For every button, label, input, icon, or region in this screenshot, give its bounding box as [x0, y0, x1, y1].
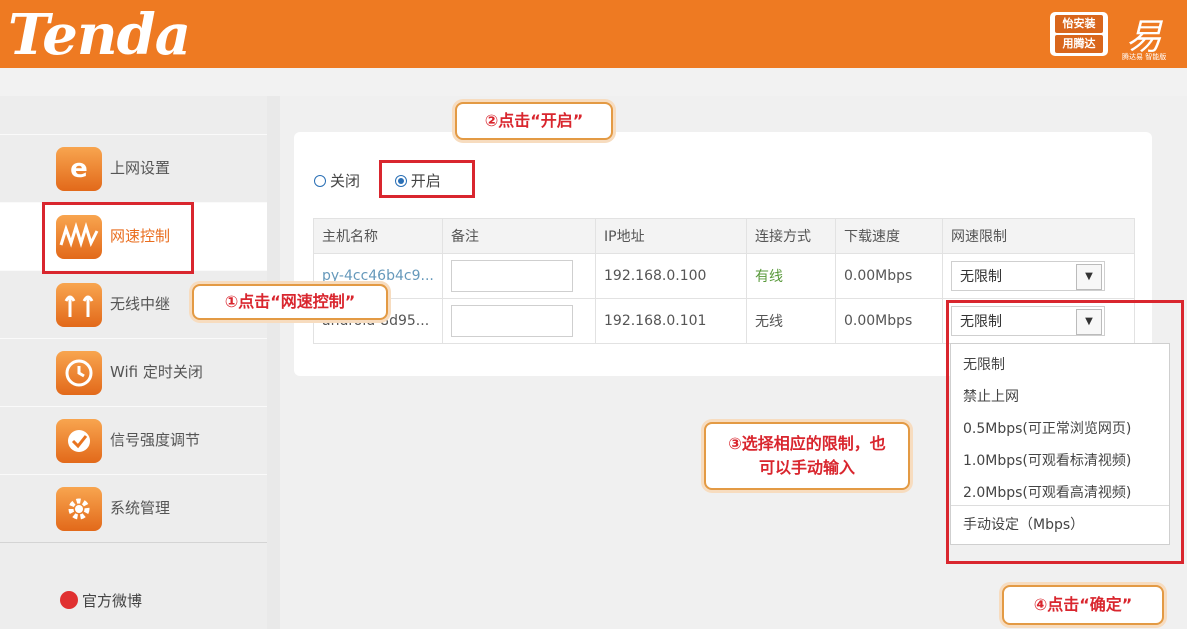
callout-step2: ②点击“开启”	[455, 102, 613, 140]
col-header-ip: IP地址	[595, 218, 747, 254]
dropdown-arrow-icon[interactable]: ▼	[1076, 264, 1102, 290]
easy-logo-caption: 腾达易 智能版	[1122, 53, 1167, 61]
highlight-dropdown	[946, 300, 1184, 564]
signal-toggle-icon	[56, 419, 102, 463]
table-header-row: 主机名称 备注 IP地址 连接方式 下载速度 网速限制	[313, 218, 1135, 254]
gear-icon	[56, 487, 102, 531]
download-speed: 0.00Mbps	[835, 253, 943, 299]
note-input[interactable]	[451, 260, 573, 292]
timer-icon	[56, 351, 102, 395]
speed-limit-value: 无限制	[960, 269, 1002, 285]
badge-line-2: 用腾达	[1055, 35, 1103, 53]
highlight-speed-control	[42, 202, 194, 274]
sidebar-item-system-management[interactable]: 系统管理	[0, 474, 267, 543]
internet-explorer-e-icon: e	[56, 147, 102, 191]
col-header-note: 备注	[442, 218, 596, 254]
ip-address: 192.168.0.101	[595, 298, 747, 344]
ip-address: 192.168.0.100	[595, 253, 747, 299]
callout-step4: ④点击“确定”	[1002, 585, 1164, 625]
tenda-logo: Tenda	[8, 2, 191, 68]
download-speed: 0.00Mbps	[835, 298, 943, 344]
note-cell	[442, 298, 596, 344]
badge-line-1: 怡安装	[1055, 15, 1103, 33]
sidebar-item-internet-settings[interactable]: e 上网设置	[0, 134, 267, 203]
sidebar-item-label: 上网设置	[110, 159, 171, 177]
callout-step3: ③选择相应的限制，也可以手动输入	[704, 422, 910, 490]
radio-off-label: 关闭	[330, 172, 361, 190]
sidebar-item-label: 系统管理	[110, 499, 171, 517]
official-weibo-link[interactable]: 官方微博	[60, 590, 142, 611]
top-header: Tenda 怡安装 用腾达 易 腾达易 智能版	[0, 0, 1187, 68]
table-row: py-4cc46b4c9... 192.168.0.100 有线 0.00Mbp…	[313, 253, 1135, 299]
connection-type: 无线	[746, 298, 836, 344]
sidebar-item-wifi-timer[interactable]: Wifi 定时关闭	[0, 338, 267, 407]
col-header-connection: 连接方式	[746, 218, 836, 254]
callout-step1: ①点击“网速控制”	[192, 284, 388, 320]
sidebar-item-signal-strength[interactable]: 信号强度调节	[0, 406, 267, 475]
note-input[interactable]	[451, 305, 573, 337]
install-badge: 怡安装 用腾达	[1050, 12, 1108, 56]
antenna-icon	[56, 283, 102, 327]
highlight-enable-radio	[379, 160, 475, 198]
sidebar-item-label: 信号强度调节	[110, 431, 201, 449]
col-header-speed-limit: 网速限制	[942, 218, 1135, 254]
col-header-host: 主机名称	[313, 218, 443, 254]
limit-cell: 无限制 ▼	[942, 253, 1135, 299]
speed-limit-select[interactable]: 无限制 ▼	[951, 261, 1105, 291]
weibo-label: 官方微博	[82, 592, 143, 610]
sidebar-item-label: 无线中继	[110, 295, 171, 313]
note-cell	[442, 253, 596, 299]
sidebar-item-label: Wifi 定时关闭	[110, 363, 203, 381]
connection-type: 有线	[746, 253, 836, 299]
header-strip	[0, 68, 1187, 96]
radio-off-icon	[314, 175, 326, 187]
tenda-easy-logo: 易 腾达易 智能版	[1120, 8, 1176, 61]
col-header-download-speed: 下载速度	[835, 218, 943, 254]
weibo-icon	[60, 591, 78, 609]
